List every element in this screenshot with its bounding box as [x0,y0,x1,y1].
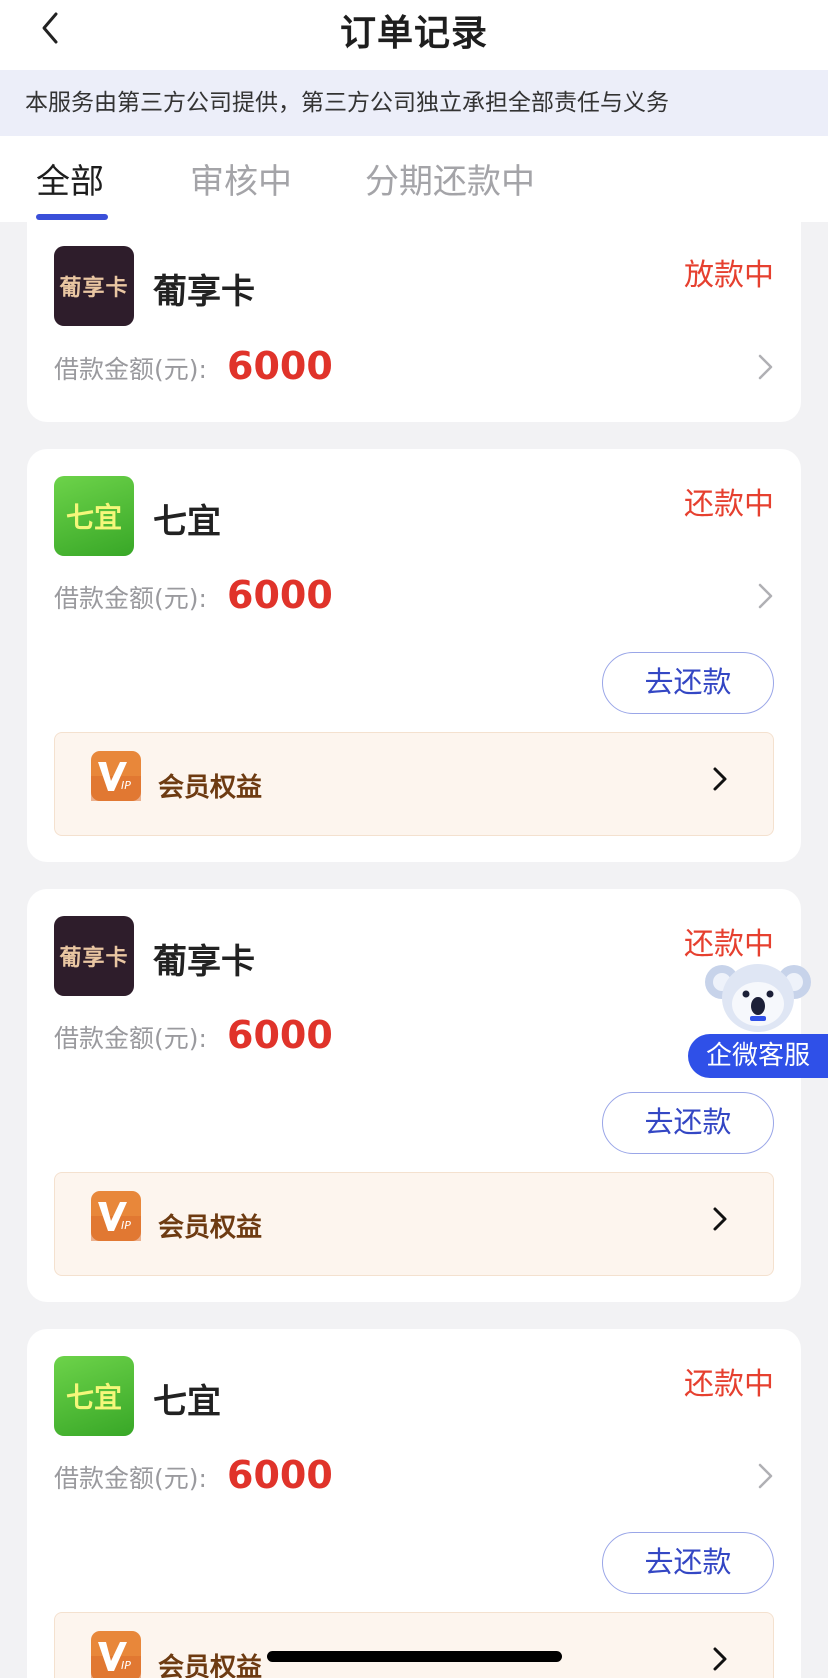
order-status: 还款中 [684,487,774,522]
tab-all[interactable]: 全部 [36,154,104,203]
vip-badge-icon: IP [91,1191,141,1241]
vip-benefits-row[interactable]: IP 会员权益 [54,1612,774,1678]
product-logo: 葡享卡 [54,916,134,996]
page-title: 订单记录 [339,13,488,54]
loan-amount-label: 借款金额(元): [54,584,207,613]
home-indicator [267,1651,562,1662]
vip-benefits-row[interactable]: IP 会员权益 [54,732,774,836]
chevron-right-icon [713,1647,727,1671]
active-tab-indicator [36,214,108,220]
chevron-right-icon [713,767,727,791]
loan-amount-label: 借款金额(元): [54,355,207,384]
loan-amount-label: 借款金额(元): [54,1024,207,1053]
service-label: 企微客服 [688,1034,828,1078]
third-party-notice: 本服务由第三方公司提供，第三方公司独立承担全部责任与义务 [0,70,828,136]
order-status: 放款中 [684,258,774,293]
product-name: 葡享卡 [153,272,255,312]
order-tabs: 全部 审核中 分期还款中 [0,136,828,222]
order-card[interactable]: 葡享卡 葡享卡 放款中 借款金额(元): 6000 [27,222,801,422]
product-name: 七宜 [153,1382,221,1422]
order-status: 还款中 [684,1367,774,1402]
vip-badge-icon: IP [91,751,141,801]
product-logo: 葡享卡 [54,246,134,326]
loan-amount-label: 借款金额(元): [54,1464,207,1493]
repay-button[interactable]: 去还款 [602,652,774,714]
vip-benefits-label: 会员权益 [158,773,263,803]
vip-benefits-label: 会员权益 [158,1653,263,1678]
tab-installment-repaying[interactable]: 分期还款中 [365,154,535,203]
order-card[interactable]: 七宜 七宜 还款中 借款金额(元): 6000 去还款 IP 会员权益 [27,449,801,862]
order-card[interactable]: 葡享卡 葡享卡 还款中 借款金额(元): 6000 去还款 IP 会员权益 [27,889,801,1302]
svg-text:IP: IP [121,1659,131,1672]
chevron-right-icon[interactable] [755,1461,777,1491]
product-name: 葡享卡 [153,942,255,982]
vip-benefits-row[interactable]: IP 会员权益 [54,1172,774,1276]
svg-text:IP: IP [121,1219,131,1232]
top-nav-bar: 订单记录 [0,0,828,70]
chevron-right-icon[interactable] [755,581,777,611]
vip-benefits-label: 会员权益 [158,1213,263,1243]
loan-amount: 6000 [227,1013,333,1057]
order-card[interactable]: 七宜 七宜 还款中 借款金额(元): 6000 去还款 IP 会员权益 [27,1329,801,1678]
product-name: 七宜 [153,502,221,542]
repay-button[interactable]: 去还款 [602,1092,774,1154]
loan-amount: 6000 [227,573,333,617]
wecom-service-button[interactable]: 企微客服 [688,952,828,1078]
repay-button[interactable]: 去还款 [602,1532,774,1594]
product-logo: 七宜 [54,476,134,556]
tab-reviewing[interactable]: 审核中 [190,154,292,203]
vip-badge-icon: IP [91,1631,141,1678]
chevron-right-icon[interactable] [755,352,777,382]
svg-text:IP: IP [121,779,131,792]
loan-amount: 6000 [227,1453,333,1497]
chevron-right-icon [713,1207,727,1231]
loan-amount: 6000 [227,344,333,388]
product-logo: 七宜 [54,1356,134,1436]
